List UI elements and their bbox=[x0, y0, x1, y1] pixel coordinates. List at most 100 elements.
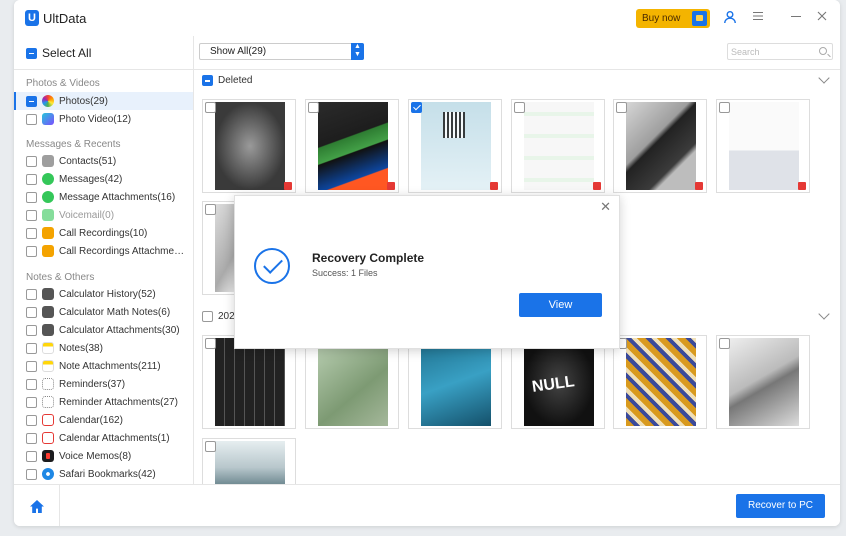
trash-icon bbox=[798, 182, 806, 190]
sidebar-item-calendar-attachments[interactable]: Calendar Attachments(1) bbox=[14, 429, 193, 447]
sidebar-item-calculator-history[interactable]: Calculator History(52) bbox=[14, 285, 193, 303]
sidebar-item-calculator-attachments[interactable]: Calculator Attachments(30) bbox=[14, 321, 193, 339]
checkbox-icon bbox=[26, 396, 37, 408]
home-button[interactable] bbox=[14, 485, 60, 526]
photo-thumbnail[interactable] bbox=[716, 335, 810, 429]
sidebar-item-safari-bookmarks[interactable]: Safari Bookmarks(42) bbox=[14, 465, 193, 483]
checkbox-icon bbox=[26, 450, 37, 462]
menu-icon[interactable] bbox=[751, 10, 765, 24]
sidebar-item-label: Note Attachments(211) bbox=[59, 360, 161, 372]
photo-thumbnail[interactable] bbox=[613, 99, 707, 193]
group-header-deleted[interactable]: Deleted bbox=[202, 75, 252, 86]
search-input[interactable] bbox=[731, 44, 811, 59]
sidebar-item-call-recordings-attachments[interactable]: Call Recordings Attachments bbox=[14, 242, 193, 260]
calculator-icon bbox=[42, 306, 54, 318]
photo-image bbox=[421, 338, 491, 426]
sidebar-item-label: Call Recordings(10) bbox=[59, 227, 148, 239]
sidebar-item-calculator-math-notes[interactable]: Calculator Math Notes(6) bbox=[14, 303, 193, 321]
sidebar-item-reminder-attachments[interactable]: Reminder Attachments(27) bbox=[14, 393, 193, 411]
success-check-icon bbox=[254, 248, 290, 284]
sidebar-item-photos[interactable]: Photos(29) bbox=[14, 92, 193, 110]
checkbox-icon[interactable] bbox=[514, 102, 525, 113]
title-bar: U UltData Buy now bbox=[14, 0, 840, 36]
search-icon[interactable] bbox=[819, 47, 827, 55]
photo-image bbox=[626, 338, 696, 426]
photo-thumbnail[interactable]: NULL bbox=[511, 335, 605, 429]
sidebar-item-label: Calculator Attachments(30) bbox=[59, 324, 180, 336]
checkbox-icon bbox=[26, 288, 37, 300]
photo-image bbox=[215, 441, 285, 485]
call-recordings-icon bbox=[42, 245, 54, 257]
sidebar-item-label: Contacts(51) bbox=[59, 155, 117, 167]
photo-thumbnail[interactable] bbox=[408, 335, 502, 429]
sidebar-item-message-attachments[interactable]: Message Attachments(16) bbox=[14, 188, 193, 206]
photo-thumbnail[interactable] bbox=[716, 99, 810, 193]
sidebar-item-label: Calculator Math Notes(6) bbox=[59, 306, 171, 318]
trash-icon bbox=[490, 182, 498, 190]
dialog-close-icon[interactable]: ✕ bbox=[600, 200, 611, 214]
sidebar-item-label: Voice Memos(8) bbox=[59, 450, 132, 462]
checkbox-icon bbox=[202, 311, 213, 322]
sidebar-item-photo-video[interactable]: Photo Video(12) bbox=[14, 110, 193, 128]
minimize-icon[interactable] bbox=[789, 10, 803, 24]
checkbox-icon[interactable] bbox=[719, 102, 730, 113]
photo-thumbnail[interactable] bbox=[511, 99, 605, 193]
sidebar-item-calendar[interactable]: Calendar(162) bbox=[14, 411, 193, 429]
app-logo: U bbox=[25, 10, 39, 26]
sidebar-item-note-attachments[interactable]: Note Attachments(211) bbox=[14, 357, 193, 375]
checkbox-icon[interactable] bbox=[719, 338, 730, 349]
checkbox-icon[interactable] bbox=[205, 441, 216, 452]
view-button[interactable]: View bbox=[519, 293, 602, 317]
photo-thumbnail[interactable] bbox=[202, 438, 296, 485]
select-all-checkbox[interactable]: Select All bbox=[26, 46, 91, 60]
call-recordings-icon bbox=[42, 227, 54, 239]
photo-thumbnail[interactable] bbox=[408, 99, 502, 193]
dialog-subtitle: Success: 1 Files bbox=[312, 268, 378, 278]
checkbox-icon[interactable] bbox=[411, 102, 422, 113]
bottom-bar: Recover to PC bbox=[14, 484, 840, 526]
sidebar-item-messages[interactable]: Messages(42) bbox=[14, 170, 193, 188]
photo-thumbnail[interactable] bbox=[202, 335, 296, 429]
photo-thumbnail[interactable] bbox=[305, 335, 399, 429]
photo-image bbox=[215, 338, 285, 426]
sidebar-item-call-recordings[interactable]: Call Recordings(10) bbox=[14, 224, 193, 242]
checkbox-icon[interactable] bbox=[205, 204, 216, 215]
sidebar-item-notes[interactable]: Notes(38) bbox=[14, 339, 193, 357]
sidebar-item-voicemail[interactable]: Voicemail(0) bbox=[14, 206, 193, 224]
sidebar-item-label: Calendar(162) bbox=[59, 414, 123, 426]
chevron-down-icon[interactable] bbox=[818, 308, 830, 320]
checkbox-icon bbox=[26, 342, 37, 354]
checkbox-icon[interactable] bbox=[308, 102, 319, 113]
recover-to-pc-button[interactable]: Recover to PC bbox=[736, 494, 825, 518]
section-notes-others: Notes & Others bbox=[26, 272, 95, 283]
checkbox-icon[interactable] bbox=[205, 102, 216, 113]
video-icon bbox=[42, 113, 54, 125]
checkbox-icon[interactable] bbox=[205, 338, 216, 349]
buy-now-button[interactable]: Buy now bbox=[636, 9, 710, 28]
sidebar-item-label: Voicemail(0) bbox=[59, 209, 115, 221]
sidebar-item-contacts[interactable]: Contacts(51) bbox=[14, 152, 193, 170]
photo-image bbox=[421, 102, 491, 190]
checkbox-icon bbox=[26, 360, 37, 372]
photo-thumbnail[interactable] bbox=[613, 335, 707, 429]
user-icon[interactable] bbox=[723, 10, 737, 24]
photo-thumbnail[interactable] bbox=[305, 99, 399, 193]
select-all-label: Select All bbox=[42, 46, 92, 60]
trash-icon bbox=[593, 182, 601, 190]
sidebar-item-label: Calendar Attachments(1) bbox=[59, 432, 170, 444]
reminders-icon bbox=[42, 396, 54, 408]
checkbox-icon[interactable] bbox=[616, 102, 627, 113]
sidebar-item-reminders[interactable]: Reminders(37) bbox=[14, 375, 193, 393]
sidebar-item-voice-memos[interactable]: Voice Memos(8) bbox=[14, 447, 193, 465]
filter-select-value: Show All(29) bbox=[210, 46, 267, 57]
photo-thumbnail[interactable] bbox=[202, 99, 296, 193]
sidebar: Select All Photos & Videos Photos(29) Ph… bbox=[14, 36, 194, 484]
close-icon[interactable] bbox=[815, 10, 829, 24]
divider bbox=[14, 69, 193, 70]
gift-icon bbox=[692, 11, 707, 26]
messages-icon bbox=[42, 191, 54, 203]
chevron-down-icon[interactable] bbox=[818, 72, 830, 84]
filter-select[interactable]: Show All(29) ▲ ▼ bbox=[199, 43, 364, 60]
checkbox-icon bbox=[26, 378, 37, 390]
checkbox-icon bbox=[26, 209, 37, 221]
